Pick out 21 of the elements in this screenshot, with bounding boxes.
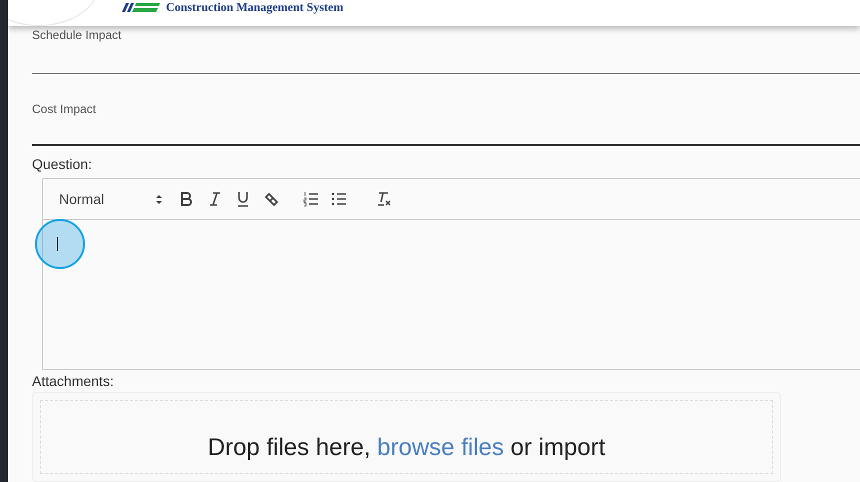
drop-instructions: Drop files here, browse files or import	[208, 434, 606, 463]
field-label: Cost Impact	[32, 102, 96, 116]
text-cursor	[57, 237, 58, 251]
numbered-list-icon	[303, 191, 319, 207]
app-name: Construction Management System	[166, 1, 344, 13]
field-label: Schedule Impact	[32, 28, 122, 42]
text-field[interactable]: Cost Impact	[32, 74, 860, 146]
browse-files-link[interactable]: browse files	[377, 434, 504, 461]
underline-icon	[235, 191, 251, 207]
bold-icon	[179, 191, 195, 207]
logo-icon	[120, 1, 160, 13]
sort-arrows-icon	[155, 194, 163, 204]
click-indicator	[35, 219, 85, 269]
format-dropdown[interactable]: Normal	[59, 191, 163, 207]
clear-format-icon	[375, 191, 391, 207]
bullet-list-icon	[331, 191, 347, 207]
question-label: Question:	[32, 156, 92, 172]
text-field[interactable]: Schedule Impact	[32, 26, 860, 74]
attachments-label: Attachments:	[32, 373, 114, 389]
file-drop-zone[interactable]: Drop files here, browse files or import	[32, 392, 781, 482]
italic-icon	[207, 191, 223, 207]
